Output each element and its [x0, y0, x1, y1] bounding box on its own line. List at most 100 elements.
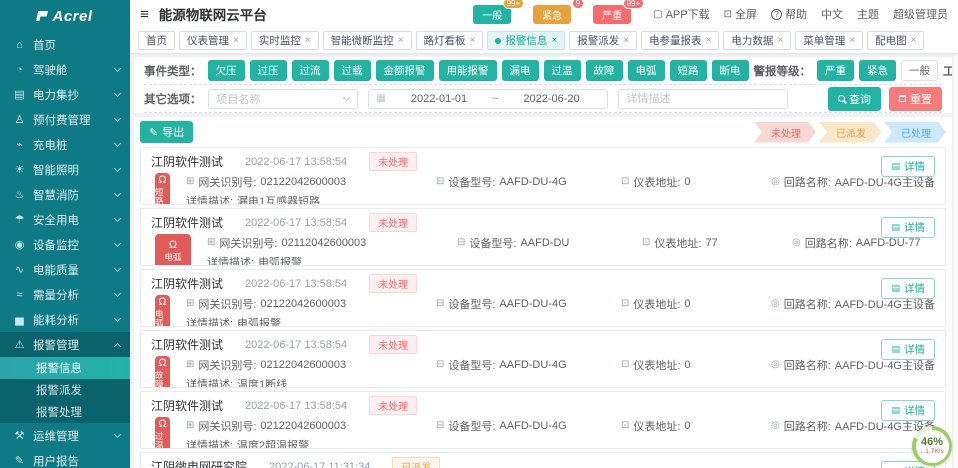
- detail-button[interactable]: ▤详情: [881, 400, 935, 421]
- legend-pending[interactable]: 未处理: [754, 122, 816, 143]
- alarm-pill-urgent[interactable]: 紧急9: [533, 5, 571, 24]
- fullscreen-link[interactable]: ⊡全屏: [724, 6, 757, 22]
- level-normal[interactable]: 一般: [901, 60, 938, 81]
- close-tab-icon[interactable]: ×: [777, 36, 783, 46]
- close-tab-icon[interactable]: ×: [470, 36, 476, 46]
- chevron-down-icon: [114, 65, 121, 72]
- sidebar-item-label: 运维管理: [33, 428, 79, 444]
- event-type-arc[interactable]: 电弧: [628, 60, 665, 81]
- detail-button-label: 详情: [904, 159, 925, 174]
- bell-icon: Ω: [158, 175, 166, 186]
- level-urgent[interactable]: 紧急: [859, 60, 896, 81]
- sidebar-item-alarm-info[interactable]: 报警信息: [0, 357, 130, 379]
- meter-address-label: 仪表地址:: [633, 174, 680, 190]
- device-model-icon: ⊟: [436, 420, 444, 431]
- tab-smart-breaker-monitor[interactable]: 智能微断监控×: [323, 31, 412, 50]
- tab-distribution-diagram[interactable]: 配电图×: [867, 31, 924, 50]
- tab-menu-management[interactable]: 菜单管理×: [795, 31, 863, 50]
- meter-address-label: 仪表地址:: [633, 418, 680, 434]
- sidebar-item-fire-safety[interactable]: ♨智慧消防: [0, 182, 130, 207]
- sidebar-item-energy-analysis[interactable]: ▅能耗分析: [0, 307, 130, 332]
- date-range-picker[interactable]: ▦ 2022-01-01 ~ 2022-06-20: [368, 89, 608, 109]
- sidebar-item-meter-reading[interactable]: ▤电力集抄: [0, 82, 130, 107]
- user-menu[interactable]: 超级管理员: [893, 6, 948, 22]
- level-severe[interactable]: 严重: [817, 60, 854, 81]
- tab-alarm-dispatch[interactable]: 报警派发×: [569, 31, 637, 50]
- sidebar-item-device-monitor[interactable]: ◉设备监控: [0, 232, 130, 257]
- date-end-value[interactable]: 2022-06-20: [504, 93, 598, 105]
- meter-address-value: 0: [684, 176, 690, 188]
- description-label: 详情描述:: [186, 193, 233, 206]
- event-type-amount-alarm[interactable]: 金额报警: [376, 60, 434, 81]
- collapse-menu-icon[interactable]: ≡: [140, 7, 149, 22]
- close-tab-icon[interactable]: ×: [305, 36, 311, 46]
- close-tab-icon[interactable]: ×: [849, 36, 855, 46]
- sidebar-item-home[interactable]: ⌂首页: [0, 32, 130, 57]
- tab-power-report[interactable]: 电参量报表×: [641, 31, 719, 50]
- sidebar-item-charging-pile[interactable]: ⌁充电桩: [0, 132, 130, 157]
- close-tab-icon[interactable]: ×: [233, 36, 239, 46]
- device-model-label: 设备型号:: [448, 296, 495, 312]
- close-tab-icon[interactable]: ×: [911, 36, 917, 46]
- help-link[interactable]: ?帮助: [771, 6, 807, 22]
- detail-button[interactable]: ▤详情: [881, 278, 935, 299]
- tab-meter-management[interactable]: 仪表管理×: [179, 31, 247, 50]
- sidebar-item-electrical-safety[interactable]: ☂安全用电: [0, 207, 130, 232]
- event-type-power-off[interactable]: 断电: [712, 60, 749, 81]
- network-speed-widget[interactable]: 46% ↓ 1.7K/s: [912, 426, 952, 466]
- alarm-pill-severe[interactable]: 严重99+: [593, 5, 631, 24]
- status-badge: 未处理: [369, 335, 417, 354]
- event-type-short-circuit[interactable]: 短路: [670, 60, 707, 81]
- detail-button[interactable]: ▤详情: [881, 339, 935, 360]
- legend-handled[interactable]: 已处理: [884, 122, 946, 143]
- sidebar-item-user-report[interactable]: ✎用户报告: [0, 448, 130, 468]
- close-tab-icon[interactable]: ×: [706, 36, 712, 46]
- tab-alarm-info[interactable]: 报警信息×: [487, 31, 565, 50]
- close-tab-icon[interactable]: ×: [551, 36, 557, 46]
- scrollbar[interactable]: [952, 55, 958, 468]
- sidebar-item-alarm-dispatch[interactable]: 报警派发: [0, 379, 130, 401]
- sidebar-item-alarm-handle[interactable]: 报警处理: [0, 401, 130, 423]
- event-type-overcurrent[interactable]: 过流: [292, 60, 329, 81]
- sidebar-item-demand-analysis[interactable]: ≈需量分析: [0, 282, 130, 307]
- top-header: ≡ 能源物联网云平台 一般99+ 紧急9 严重99+ ▢APP下载 ⊡全屏 ?帮…: [130, 0, 958, 28]
- tab-power-data[interactable]: 电力数据×: [723, 31, 791, 50]
- search-button[interactable]: 查询: [828, 87, 881, 111]
- tab-home[interactable]: 首页: [138, 31, 175, 50]
- date-start-value[interactable]: 2022-01-01: [392, 93, 486, 105]
- list-toolbar: ✎导出 未处理 已派发 已处理: [140, 117, 946, 147]
- event-type-fault[interactable]: 故障: [586, 60, 623, 81]
- alarm-pill-normal[interactable]: 一般99+: [473, 5, 511, 24]
- sidebar-item-label: 预付费管理: [33, 112, 91, 128]
- sidebar-item-cockpit[interactable]: ◔驾驶舱: [0, 57, 130, 82]
- tab-streetlamp-board[interactable]: 路灯看板×: [416, 31, 484, 50]
- project-name: 江阴软件测试: [151, 153, 223, 170]
- reset-button-label: 重置: [910, 91, 932, 107]
- language-switch[interactable]: 中文: [821, 6, 843, 22]
- sidebar-item-power-quality[interactable]: ∿电能质量: [0, 257, 130, 282]
- sidebar-item-alarm-management[interactable]: ⚠报警管理: [0, 332, 130, 357]
- event-type-overtemp[interactable]: 过温: [544, 60, 581, 81]
- legend-dispatched[interactable]: 已派发: [819, 122, 881, 143]
- tab-realtime-monitor[interactable]: 实时监控×: [251, 31, 319, 50]
- event-type-overvoltage[interactable]: 过压: [250, 60, 287, 81]
- export-button[interactable]: ✎导出: [140, 121, 193, 143]
- theme-switch[interactable]: 主题: [857, 6, 879, 22]
- description-input[interactable]: [618, 89, 788, 109]
- project-name-select[interactable]: 项目名称: [208, 89, 358, 109]
- app-download-link[interactable]: ▢APP下载: [653, 6, 709, 22]
- event-type-energy-alarm[interactable]: 用能报警: [439, 60, 497, 81]
- detail-button[interactable]: ▤详情: [881, 217, 935, 238]
- close-tab-icon[interactable]: ×: [398, 36, 404, 46]
- close-tab-icon[interactable]: ×: [623, 36, 629, 46]
- reset-button[interactable]: 重置: [889, 87, 942, 111]
- user-report-icon: ✎: [13, 454, 26, 467]
- event-type-overload[interactable]: 过载: [334, 60, 371, 81]
- event-type-undervoltage[interactable]: 欠压: [208, 60, 245, 81]
- description-value: 温度2超温报警: [237, 437, 309, 450]
- event-type-leakage[interactable]: 漏电: [502, 60, 539, 81]
- sidebar-item-ops-management[interactable]: ⚒运维管理: [0, 423, 130, 448]
- sidebar-item-prepaid[interactable]: ♙预付费管理: [0, 107, 130, 132]
- sidebar-item-lighting[interactable]: ☀智能照明: [0, 157, 130, 182]
- detail-button[interactable]: ▤详情: [881, 156, 935, 177]
